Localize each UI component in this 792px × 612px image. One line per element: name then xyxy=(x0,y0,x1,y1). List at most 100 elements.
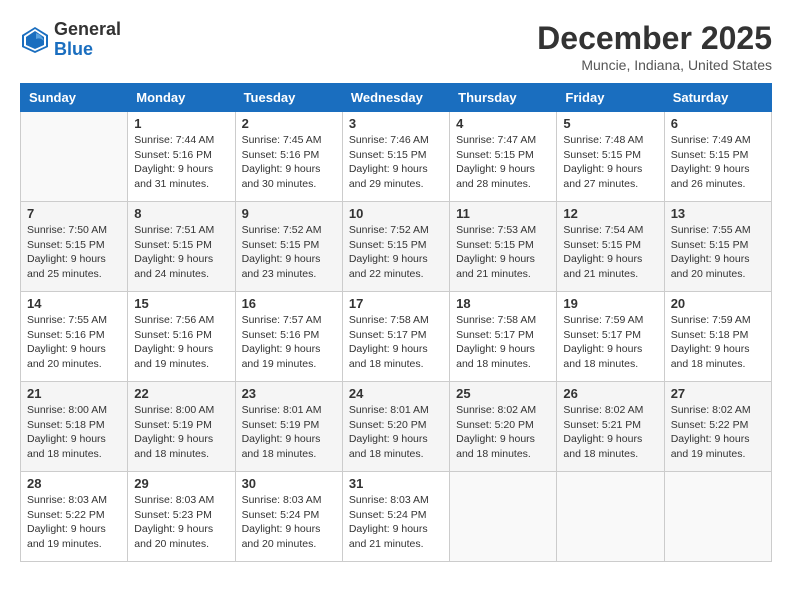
day-info: Sunrise: 7:50 AMSunset: 5:15 PMDaylight:… xyxy=(27,223,121,282)
weekday-header: Wednesday xyxy=(342,84,449,112)
day-number: 9 xyxy=(242,206,336,221)
day-number: 2 xyxy=(242,116,336,131)
calendar-week-row: 1Sunrise: 7:44 AMSunset: 5:16 PMDaylight… xyxy=(21,112,772,202)
logo-blue: Blue xyxy=(54,40,121,60)
day-number: 7 xyxy=(27,206,121,221)
day-info: Sunrise: 8:00 AMSunset: 5:18 PMDaylight:… xyxy=(27,403,121,462)
logo-text: General Blue xyxy=(54,20,121,60)
calendar-cell: 28Sunrise: 8:03 AMSunset: 5:22 PMDayligh… xyxy=(21,472,128,562)
day-number: 17 xyxy=(349,296,443,311)
calendar-cell: 26 Sunrise: 8:02 AMSunset: 5:21 PMDayligh… xyxy=(557,382,664,472)
logo-general: General xyxy=(54,20,121,40)
day-number: 27 xyxy=(671,386,765,401)
title-section: December 2025 Muncie, Indiana, United St… xyxy=(537,20,772,73)
day-number: 11 xyxy=(456,206,550,221)
day-info: Sunrise: 7:45 AMSunset: 5:16 PMDaylight:… xyxy=(242,133,336,192)
day-number: 21 xyxy=(27,386,121,401)
day-info: Sunrise: 7:47 AMSunset: 5:15 PMDaylight:… xyxy=(456,133,550,192)
calendar-cell: 12 Sunrise: 7:54 AMSunset: 5:15 PMDayligh… xyxy=(557,202,664,292)
calendar-cell: 2 Sunrise: 7:45 AMSunset: 5:16 PMDaylight… xyxy=(235,112,342,202)
day-info: Sunrise: 8:00 AMSunset: 5:19 PMDaylight:… xyxy=(134,403,228,462)
month-title: December 2025 xyxy=(537,20,772,57)
day-info: Sunrise: 8:03 AMSunset: 5:23 PMDaylight:… xyxy=(134,493,228,552)
weekday-header: Saturday xyxy=(664,84,771,112)
calendar-cell: 21 Sunrise: 8:00 AMSunset: 5:18 PMDayligh… xyxy=(21,382,128,472)
location: Muncie, Indiana, United States xyxy=(537,57,772,73)
calendar-cell: 3Sunrise: 7:46 AMSunset: 5:15 PMDaylight… xyxy=(342,112,449,202)
day-info: Sunrise: 8:02 AMSunset: 5:20 PMDaylight:… xyxy=(456,403,550,462)
day-info: Sunrise: 7:59 AMSunset: 5:17 PMDaylight:… xyxy=(563,313,657,372)
calendar-cell: 8 Sunrise: 7:51 AMSunset: 5:15 PMDaylight… xyxy=(128,202,235,292)
day-number: 8 xyxy=(134,206,228,221)
calendar-cell: 22 Sunrise: 8:00 AMSunset: 5:19 PMDayligh… xyxy=(128,382,235,472)
calendar-cell: 17 Sunrise: 7:58 AMSunset: 5:17 PMDayligh… xyxy=(342,292,449,382)
day-info: Sunrise: 7:49 AMSunset: 5:15 PMDaylight:… xyxy=(671,133,765,192)
day-number: 25 xyxy=(456,386,550,401)
day-info: Sunrise: 7:52 AMSunset: 5:15 PMDaylight:… xyxy=(242,223,336,282)
day-number: 30 xyxy=(242,476,336,491)
weekday-header: Sunday xyxy=(21,84,128,112)
calendar-cell: 19 Sunrise: 7:59 AMSunset: 5:17 PMDayligh… xyxy=(557,292,664,382)
calendar-cell: 18 Sunrise: 7:58 AMSunset: 5:17 PMDayligh… xyxy=(450,292,557,382)
day-info: Sunrise: 7:58 AMSunset: 5:17 PMDaylight:… xyxy=(456,313,550,372)
calendar-cell xyxy=(21,112,128,202)
calendar-cell: 30Sunrise: 8:03 AMSunset: 5:24 PMDayligh… xyxy=(235,472,342,562)
calendar-cell: 16Sunrise: 7:57 AMSunset: 5:16 PMDayligh… xyxy=(235,292,342,382)
calendar-week-row: 21 Sunrise: 8:00 AMSunset: 5:18 PMDayligh… xyxy=(21,382,772,472)
calendar-cell: 9 Sunrise: 7:52 AMSunset: 5:15 PMDaylight… xyxy=(235,202,342,292)
day-info: Sunrise: 8:03 AMSunset: 5:22 PMDaylight:… xyxy=(27,493,121,552)
day-info: Sunrise: 7:48 AMSunset: 5:15 PMDaylight:… xyxy=(563,133,657,192)
day-number: 31 xyxy=(349,476,443,491)
calendar-cell: 20 Sunrise: 7:59 AMSunset: 5:18 PMDayligh… xyxy=(664,292,771,382)
calendar-cell: 27Sunrise: 8:02 AMSunset: 5:22 PMDayligh… xyxy=(664,382,771,472)
calendar-cell: 23Sunrise: 8:01 AMSunset: 5:19 PMDayligh… xyxy=(235,382,342,472)
day-number: 14 xyxy=(27,296,121,311)
day-number: 18 xyxy=(456,296,550,311)
day-number: 5 xyxy=(563,116,657,131)
day-number: 24 xyxy=(349,386,443,401)
day-info: Sunrise: 7:44 AMSunset: 5:16 PMDaylight:… xyxy=(134,133,228,192)
day-number: 15 xyxy=(134,296,228,311)
day-info: Sunrise: 7:57 AMSunset: 5:16 PMDaylight:… xyxy=(242,313,336,372)
page-header: General Blue December 2025 Muncie, India… xyxy=(20,20,772,73)
calendar-cell: 7 Sunrise: 7:50 AMSunset: 5:15 PMDaylight… xyxy=(21,202,128,292)
day-info: Sunrise: 8:01 AMSunset: 5:19 PMDaylight:… xyxy=(242,403,336,462)
calendar-cell: 5 Sunrise: 7:48 AMSunset: 5:15 PMDaylight… xyxy=(557,112,664,202)
calendar-cell xyxy=(557,472,664,562)
day-info: Sunrise: 7:58 AMSunset: 5:17 PMDaylight:… xyxy=(349,313,443,372)
day-info: Sunrise: 8:01 AMSunset: 5:20 PMDaylight:… xyxy=(349,403,443,462)
day-number: 6 xyxy=(671,116,765,131)
calendar-week-row: 7 Sunrise: 7:50 AMSunset: 5:15 PMDaylight… xyxy=(21,202,772,292)
calendar-cell: 13 Sunrise: 7:55 AMSunset: 5:15 PMDayligh… xyxy=(664,202,771,292)
day-info: Sunrise: 7:55 AMSunset: 5:15 PMDaylight:… xyxy=(671,223,765,282)
day-info: Sunrise: 7:52 AMSunset: 5:15 PMDaylight:… xyxy=(349,223,443,282)
calendar-cell: 25 Sunrise: 8:02 AMSunset: 5:20 PMDayligh… xyxy=(450,382,557,472)
weekday-header: Friday xyxy=(557,84,664,112)
day-number: 12 xyxy=(563,206,657,221)
day-number: 26 xyxy=(563,386,657,401)
calendar-cell: 24 Sunrise: 8:01 AMSunset: 5:20 PMDayligh… xyxy=(342,382,449,472)
logo: General Blue xyxy=(20,20,121,60)
calendar-cell xyxy=(450,472,557,562)
day-number: 29 xyxy=(134,476,228,491)
day-info: Sunrise: 8:02 AMSunset: 5:21 PMDaylight:… xyxy=(563,403,657,462)
calendar-cell: 31Sunrise: 8:03 AMSunset: 5:24 PMDayligh… xyxy=(342,472,449,562)
calendar-table: SundayMondayTuesdayWednesdayThursdayFrid… xyxy=(20,83,772,562)
day-info: Sunrise: 7:59 AMSunset: 5:18 PMDaylight:… xyxy=(671,313,765,372)
calendar-week-row: 28Sunrise: 8:03 AMSunset: 5:22 PMDayligh… xyxy=(21,472,772,562)
calendar-cell: 4 Sunrise: 7:47 AMSunset: 5:15 PMDaylight… xyxy=(450,112,557,202)
day-number: 4 xyxy=(456,116,550,131)
calendar-cell: 15Sunrise: 7:56 AMSunset: 5:16 PMDayligh… xyxy=(128,292,235,382)
day-info: Sunrise: 7:55 AMSunset: 5:16 PMDaylight:… xyxy=(27,313,121,372)
day-number: 22 xyxy=(134,386,228,401)
calendar-cell: 1Sunrise: 7:44 AMSunset: 5:16 PMDaylight… xyxy=(128,112,235,202)
day-info: Sunrise: 7:54 AMSunset: 5:15 PMDaylight:… xyxy=(563,223,657,282)
day-number: 13 xyxy=(671,206,765,221)
day-info: Sunrise: 7:46 AMSunset: 5:15 PMDaylight:… xyxy=(349,133,443,192)
day-number: 19 xyxy=(563,296,657,311)
calendar-header-row: SundayMondayTuesdayWednesdayThursdayFrid… xyxy=(21,84,772,112)
calendar-week-row: 14 Sunrise: 7:55 AMSunset: 5:16 PMDayligh… xyxy=(21,292,772,382)
day-info: Sunrise: 7:51 AMSunset: 5:15 PMDaylight:… xyxy=(134,223,228,282)
day-number: 20 xyxy=(671,296,765,311)
weekday-header: Monday xyxy=(128,84,235,112)
